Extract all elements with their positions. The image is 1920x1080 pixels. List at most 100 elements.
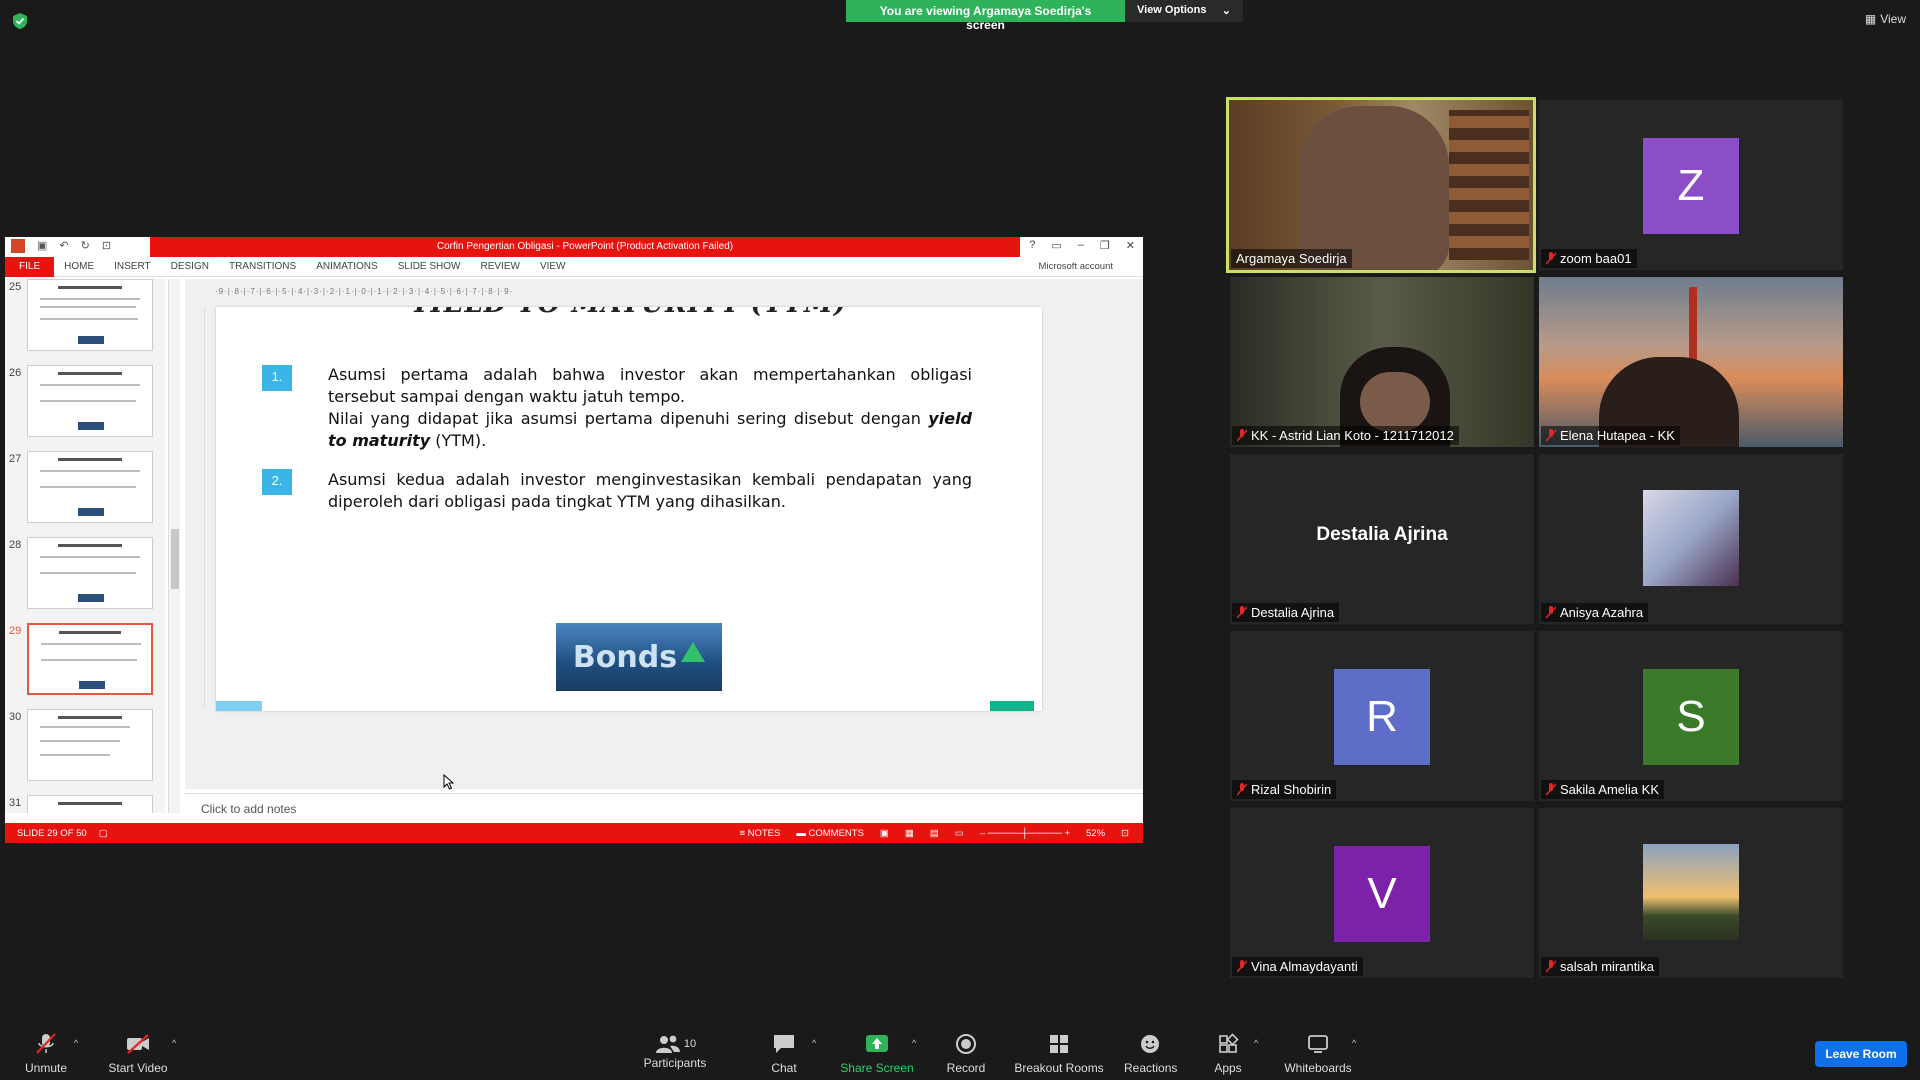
notes-button[interactable]: ≡ NOTES <box>739 828 780 839</box>
record-label: Record <box>946 1061 986 1075</box>
thumb-number: 26 <box>9 367 22 379</box>
participant-tile-elena[interactable]: Elena Hutapea - KK <box>1539 277 1843 447</box>
whiteboards-button[interactable]: Whiteboards <box>1282 1032 1354 1075</box>
participant-name-label: salsah mirantika <box>1541 957 1659 976</box>
share-screen-button[interactable]: Share Screen <box>840 1032 914 1075</box>
ppt-titlebar: ▣ ↶ ↻ ⊡ Corfin Pengertian Obligasi - Pow… <box>5 237 1143 257</box>
avatar: V <box>1334 846 1430 942</box>
participant-name: zoom baa01 <box>1560 251 1632 266</box>
restore-icon[interactable]: ❐ <box>1100 239 1110 252</box>
muted-mic-icon <box>1237 960 1247 973</box>
tab-transitions[interactable]: TRANSITIONS <box>219 261 306 272</box>
share-screen-icon <box>866 1035 888 1052</box>
slide-thumbnail[interactable] <box>27 451 153 523</box>
tab-design[interactable]: DESIGN <box>161 261 219 272</box>
normal-view-icon[interactable]: ▣ <box>880 828 889 839</box>
tab-insert[interactable]: INSERT <box>104 261 161 272</box>
participant-tile-rizal[interactable]: R Rizal Shobirin <box>1230 631 1534 801</box>
chat-icon <box>774 1035 794 1053</box>
view-button[interactable]: ▦ View <box>1865 12 1906 26</box>
participant-tile-salsah[interactable]: salsah mirantika <box>1539 808 1843 978</box>
tab-animations[interactable]: ANIMATIONS <box>306 261 387 272</box>
participant-name-label: Argamaya Soedirja <box>1231 249 1352 268</box>
comments-button[interactable]: ▬ COMMENTS <box>796 828 864 839</box>
breakout-rooms-label: Breakout Rooms <box>1014 1061 1104 1075</box>
start-slideshow-icon[interactable]: ⊡ <box>102 239 111 253</box>
slide-thumbnail[interactable] <box>27 795 153 813</box>
share-options-caret-icon[interactable]: ^ <box>912 1038 916 1048</box>
slide-thumbnail[interactable] <box>27 709 153 781</box>
video-options-caret-icon[interactable]: ^ <box>172 1038 176 1048</box>
chat-options-caret-icon[interactable]: ^ <box>812 1038 816 1048</box>
participant-tile-sakila[interactable]: S Sakila Amelia KK <box>1539 631 1843 801</box>
participant-tile-argamaya[interactable]: Argamaya Soedirja <box>1226 97 1536 273</box>
ppt-logo-icon <box>11 239 25 253</box>
participants-count: 10 <box>683 1038 697 1050</box>
notes-pane[interactable]: Click to add notes <box>185 793 1143 823</box>
start-video-button[interactable]: Start Video <box>106 1032 170 1075</box>
participant-name: Anisya Azahra <box>1560 605 1644 620</box>
close-icon[interactable]: ✕ <box>1126 239 1135 252</box>
video-person <box>1299 106 1449 270</box>
grid-view-icon: ▦ <box>1864 12 1877 26</box>
ribbon-display-icon[interactable]: ▭ <box>1051 239 1061 252</box>
chat-button[interactable]: Chat <box>766 1032 802 1075</box>
bonds-image-text: Bonds <box>572 639 678 675</box>
thumb-number: 29 <box>9 625 22 637</box>
chat-label: Chat <box>771 1061 797 1075</box>
participant-name: Rizal Shobirin <box>1251 782 1332 797</box>
slide-thumbnail-selected[interactable] <box>27 623 153 695</box>
spellcheck-icon[interactable]: ▢ <box>99 828 108 839</box>
reactions-button[interactable]: Reactions <box>1124 1032 1177 1075</box>
participant-name: KK - Astrid Lian Koto - 1211712012 <box>1251 428 1454 443</box>
bullet-1-line-2: Nilai yang didapat jika asumsi pertama d… <box>328 408 972 452</box>
leave-room-button[interactable]: Leave Room <box>1815 1041 1907 1067</box>
zoom-level[interactable]: 52% <box>1086 828 1105 839</box>
participant-name: Sakila Amelia KK <box>1560 782 1659 797</box>
participants-button[interactable]: 10 Participants <box>640 1032 710 1070</box>
slide-thumbnail[interactable] <box>27 365 153 437</box>
participant-tile-zoom-baa01[interactable]: Z zoom baa01 <box>1539 100 1843 270</box>
apps-button[interactable]: Apps <box>1212 1032 1244 1075</box>
participant-name-label: Destalia Ajrina <box>1232 603 1340 622</box>
minimize-icon[interactable]: – <box>1078 239 1084 252</box>
apps-options-caret-icon[interactable]: ^ <box>1254 1038 1258 1048</box>
slide-thumbnail[interactable] <box>27 279 153 351</box>
save-icon[interactable]: ▣ <box>37 239 47 253</box>
reading-view-icon[interactable]: ▤ <box>930 828 939 839</box>
view-options-button[interactable]: View Options ⌄ <box>1125 0 1243 22</box>
participant-tile-destalia[interactable]: Destalia Ajrina Destalia Ajrina <box>1230 454 1534 624</box>
undo-icon[interactable]: ↶ <box>59 239 68 253</box>
participant-tile-astrid[interactable]: KK - Astrid Lian Koto - 1211712012 <box>1230 277 1534 447</box>
slide-sorter-icon[interactable]: ▦ <box>905 828 914 839</box>
audio-options-caret-icon[interactable]: ^ <box>74 1038 78 1048</box>
thumb-number: 25 <box>9 281 22 293</box>
slide-accent-bar <box>990 701 1034 711</box>
thumbnail-scrollbar[interactable] <box>168 279 180 813</box>
video-face <box>1360 372 1430 432</box>
redo-icon[interactable]: ↻ <box>81 239 90 253</box>
slide-thumbnail[interactable] <box>27 537 153 609</box>
microsoft-account[interactable]: Microsoft account <box>1039 261 1113 272</box>
whiteboards-options-caret-icon[interactable]: ^ <box>1352 1038 1356 1048</box>
participant-name-label: Rizal Shobirin <box>1232 780 1337 799</box>
security-shield-icon[interactable] <box>12 12 28 30</box>
help-icon[interactable]: ? <box>1029 239 1035 252</box>
tab-view[interactable]: VIEW <box>530 261 576 272</box>
tab-home[interactable]: HOME <box>54 261 104 272</box>
slideshow-view-icon[interactable]: ▭ <box>955 828 964 839</box>
participant-name-label: KK - Astrid Lian Koto - 1211712012 <box>1232 426 1459 445</box>
tab-file[interactable]: FILE <box>5 256 55 277</box>
meeting-toolbar: Unmute ^ Start Video ^ 10 Participants C… <box>0 1024 1920 1080</box>
record-icon <box>956 1034 976 1054</box>
record-button[interactable]: Record <box>944 1032 988 1075</box>
tab-review[interactable]: REVIEW <box>470 261 529 272</box>
breakout-rooms-button[interactable]: Breakout Rooms <box>1012 1032 1106 1075</box>
zoom-slider[interactable]: – ─────┼───── + <box>980 828 1070 839</box>
fit-slide-icon[interactable]: ⊡ <box>1121 828 1129 839</box>
participant-tile-anisya[interactable]: Anisya Azahra <box>1539 454 1843 624</box>
participant-tile-vina[interactable]: V Vina Almaydayanti <box>1230 808 1534 978</box>
current-slide[interactable]: YIELD TO MATURITY (YTM) 1. Asumsi pertam… <box>216 307 1042 711</box>
tab-slide-show[interactable]: SLIDE SHOW <box>388 261 471 272</box>
unmute-button[interactable]: Unmute <box>22 1032 70 1075</box>
